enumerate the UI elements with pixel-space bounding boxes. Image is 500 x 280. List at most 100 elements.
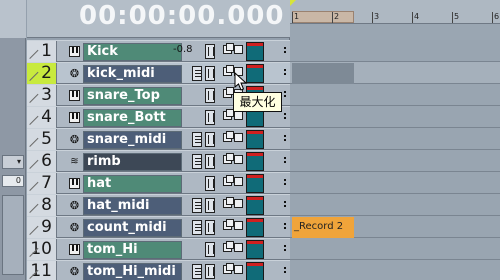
track-name[interactable]: rimb [83, 153, 182, 171]
track-resize-handle[interactable] [284, 69, 286, 71]
track-resize-handle[interactable] [284, 201, 286, 203]
track-lane[interactable] [290, 260, 500, 280]
mixer-button[interactable] [205, 154, 215, 169]
track-name[interactable]: snare_Top [83, 87, 182, 105]
locator-marker-icon[interactable] [290, 0, 296, 6]
track-name[interactable]: tom_Hi [83, 241, 182, 259]
track-resize-handle[interactable] [284, 113, 286, 115]
list-editor-button[interactable] [192, 264, 202, 279]
maximize-window-button[interactable] [234, 133, 243, 142]
track-number[interactable]: 9 [27, 217, 57, 238]
list-editor-button[interactable] [192, 66, 202, 81]
event-clip[interactable] [292, 63, 354, 84]
mixer-button[interactable] [205, 242, 215, 257]
track-name[interactable]: tom_Hi_midi [83, 263, 182, 280]
track-lane[interactable] [290, 40, 500, 62]
level-meter [246, 196, 264, 215]
mixer-button[interactable] [205, 110, 215, 125]
track-header[interactable]: 2 ❂ kick_midi [27, 62, 290, 84]
maximize-window-button[interactable] [234, 45, 243, 54]
list-editor-button[interactable] [192, 132, 202, 147]
track-lane[interactable] [290, 84, 500, 106]
midi-track-icon: ❂ [69, 67, 80, 80]
track-header[interactable]: 5 ❂ snare_midi [27, 128, 290, 150]
maximize-window-button[interactable] [234, 111, 243, 120]
mixer-button[interactable] [205, 220, 215, 235]
mixer-button[interactable] [205, 44, 215, 59]
restore-window-button[interactable] [223, 175, 234, 186]
track-name[interactable]: snare_Bott [83, 109, 182, 127]
track-lane[interactable] [290, 194, 500, 216]
track-name[interactable]: kick_midi [83, 65, 182, 83]
event-clip[interactable]: _Record 2 [292, 217, 354, 238]
mixer-button[interactable] [205, 198, 215, 213]
track-volume[interactable]: -0.8 [173, 44, 193, 55]
track-number[interactable]: 7 [27, 173, 57, 194]
maximize-window-button[interactable] [234, 155, 243, 164]
restore-window-button[interactable] [223, 153, 234, 164]
level-meter [246, 64, 264, 83]
track-resize-handle[interactable] [284, 267, 286, 269]
track-header[interactable]: 1 Kick -0.8 [27, 40, 290, 62]
ruler-tick-line [292, 12, 293, 23]
track-resize-handle[interactable] [284, 223, 286, 225]
track-header[interactable]: 7 hat [27, 172, 290, 194]
restore-window-button[interactable] [223, 263, 234, 274]
track-number[interactable]: 5 [27, 129, 57, 150]
maximize-window-button[interactable] [234, 243, 243, 252]
restore-window-button[interactable] [223, 65, 234, 76]
restore-window-button[interactable] [223, 131, 234, 142]
mixer-button[interactable] [205, 264, 215, 279]
track-lane[interactable] [290, 128, 500, 150]
track-header[interactable]: 9 ❂ count_midi [27, 216, 290, 238]
track-name[interactable]: snare_midi [83, 131, 182, 149]
list-editor-button[interactable] [192, 154, 202, 169]
mixer-button[interactable] [205, 132, 215, 147]
track-resize-handle[interactable] [284, 91, 286, 93]
maximize-window-button[interactable] [234, 265, 243, 274]
track-number[interactable]: 4 [27, 107, 57, 128]
restore-window-button[interactable] [223, 43, 234, 54]
track-name[interactable]: count_midi [83, 219, 182, 237]
track-header[interactable]: 11 ❂ tom_Hi_midi [27, 260, 290, 280]
maximize-window-button[interactable] [234, 199, 243, 208]
list-editor-button[interactable] [192, 220, 202, 235]
restore-window-button[interactable] [223, 219, 234, 230]
restore-window-button[interactable] [223, 87, 234, 98]
track-number[interactable]: 2 [27, 63, 57, 84]
track-header[interactable]: 6 ≋ rimb [27, 150, 290, 172]
track-name[interactable]: Kick [83, 43, 182, 61]
track-list: 1 Kick -0.8 2 ❂ kick_midi 3 snare_Top 4 snare_Bot… [27, 40, 290, 280]
track-resize-handle[interactable] [284, 47, 286, 49]
track-header[interactable]: 8 ❂ hat_midi [27, 194, 290, 216]
track-lane[interactable] [290, 238, 500, 260]
track-number[interactable]: 1 [27, 41, 57, 62]
loop-region[interactable] [292, 11, 354, 23]
track-lane[interactable] [290, 106, 500, 128]
track-resize-handle[interactable] [284, 179, 286, 181]
track-number[interactable]: 10 [27, 239, 57, 260]
track-header[interactable]: 10 tom_Hi [27, 238, 290, 260]
track-resize-handle[interactable] [284, 157, 286, 159]
restore-window-button[interactable] [223, 197, 234, 208]
list-editor-button[interactable] [192, 198, 202, 213]
track-resize-handle[interactable] [284, 135, 286, 137]
track-resize-handle[interactable] [284, 245, 286, 247]
maximize-window-button[interactable] [234, 177, 243, 186]
mixer-button[interactable] [205, 176, 215, 191]
track-number[interactable]: 8 [27, 195, 57, 216]
maximize-window-button[interactable] [234, 221, 243, 230]
mixer-button[interactable] [205, 88, 215, 103]
track-number[interactable]: 6 [27, 151, 57, 172]
track-number[interactable]: 11 [27, 261, 57, 280]
track-number[interactable]: 3 [27, 85, 57, 106]
track-lane[interactable] [290, 172, 500, 194]
track-name[interactable]: hat [83, 175, 182, 193]
mixer-button[interactable] [205, 66, 215, 81]
restore-window-button[interactable] [223, 109, 234, 120]
track-name[interactable]: hat_midi [83, 197, 182, 215]
inspector-value-field[interactable]: 0 [2, 175, 24, 187]
track-lane[interactable] [290, 150, 500, 172]
inspector-dropdown[interactable]: ▾ [2, 155, 24, 169]
restore-window-button[interactable] [223, 241, 234, 252]
